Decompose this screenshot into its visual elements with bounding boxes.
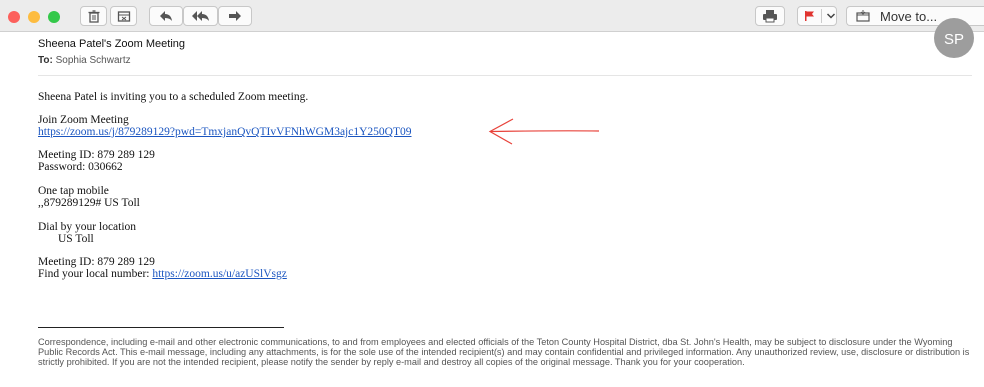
header-divider xyxy=(38,75,972,76)
forward-icon xyxy=(229,11,241,21)
mail-toolbar: Move to... xyxy=(0,0,984,32)
zoom-window-button[interactable] xyxy=(48,11,60,23)
join-meeting-link[interactable]: https://zoom.us/j/879289129?pwd=TmxjanQv… xyxy=(38,126,412,138)
to-label: To: xyxy=(38,55,53,66)
flag-icon xyxy=(805,11,814,21)
close-window-button[interactable] xyxy=(8,11,20,23)
one-tap-label: One tap mobile xyxy=(38,185,109,197)
minimize-window-button[interactable] xyxy=(28,11,40,23)
move-to-folder-icon xyxy=(856,10,870,22)
find-number-link[interactable]: https://zoom.us/u/azUSlVsgz xyxy=(152,268,286,280)
junk-icon xyxy=(117,11,130,22)
print-icon xyxy=(763,10,777,23)
join-label: Join Zoom Meeting xyxy=(38,114,129,126)
sender-avatar: SP xyxy=(934,18,974,58)
junk-button[interactable] xyxy=(110,6,137,26)
password-text: Password: 030662 xyxy=(38,161,123,173)
invitation-text: Sheena Patel is inviting you to a schedu… xyxy=(38,91,309,103)
find-number-line: Find your local number: https://zoom.us/… xyxy=(38,268,412,280)
delete-button[interactable] xyxy=(80,6,107,26)
one-tap-number: ,,879289129# US Toll xyxy=(38,197,140,209)
meeting-id-text-2: Meeting ID: 879 289 129 xyxy=(38,256,155,268)
confidentiality-disclaimer: Correspondence, including e-mail and oth… xyxy=(38,337,970,367)
find-number-label: Find your local number: xyxy=(38,268,153,280)
reply-all-button[interactable] xyxy=(183,6,218,26)
dial-label: Dial by your location xyxy=(38,221,137,233)
chevron-down-icon[interactable] xyxy=(826,12,836,20)
reply-all-icon xyxy=(191,11,209,21)
avatar-initials: SP xyxy=(943,30,964,48)
flag-button[interactable] xyxy=(797,6,837,26)
email-body: Sheena Patel is inviting you to a schedu… xyxy=(38,91,412,280)
forward-button[interactable] xyxy=(218,6,252,26)
reply-button[interactable] xyxy=(149,6,183,26)
reply-icon xyxy=(160,11,172,21)
recipient-name[interactable]: Sophia Schwartz xyxy=(56,55,131,66)
recipient-line: To: Sophia Schwartz xyxy=(38,55,131,66)
print-button[interactable] xyxy=(755,6,785,26)
trash-icon xyxy=(88,10,99,23)
dial-location: US Toll xyxy=(58,233,94,245)
signature-separator xyxy=(38,327,284,328)
meeting-id-text: Meeting ID: 879 289 129 xyxy=(38,149,155,161)
email-subject: Sheena Patel's Zoom Meeting xyxy=(38,38,186,50)
annotation-arrow-icon xyxy=(488,118,600,145)
move-to-label: Move to... xyxy=(880,8,938,24)
